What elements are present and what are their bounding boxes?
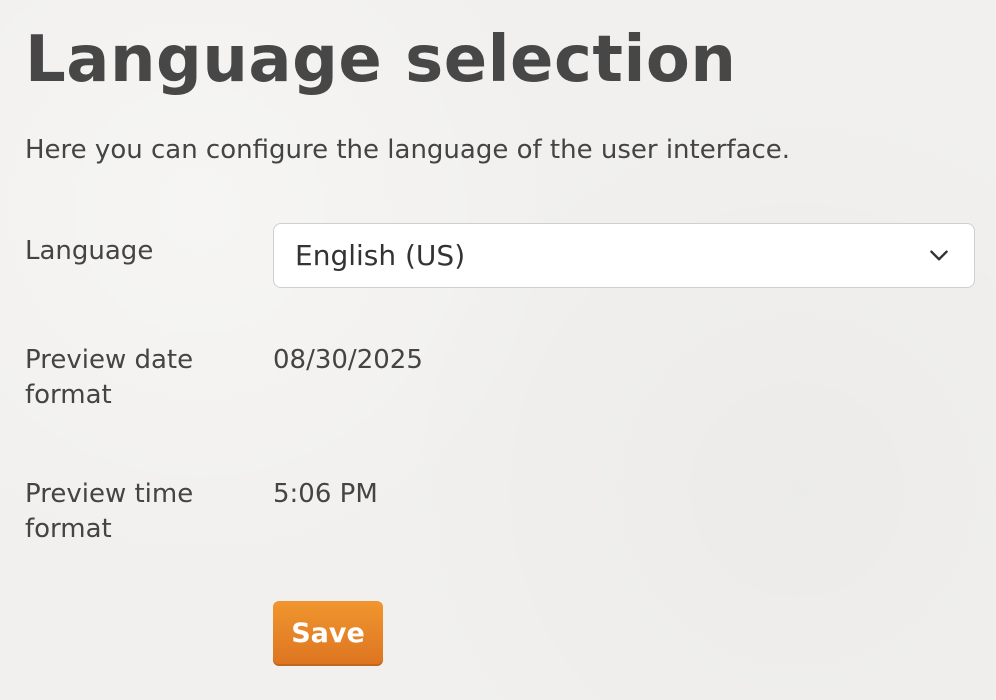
page-description: Here you can configure the language of t… (25, 135, 791, 165)
language-select[interactable]: English (US) (273, 223, 975, 288)
preview-date-label: Preview date format (25, 345, 194, 410)
preview-date-value: 08/30/2025 (273, 345, 423, 375)
language-label: Language (25, 236, 154, 266)
preview-time-label: Preview time format (25, 479, 194, 544)
language-select-value: English (US) (295, 239, 466, 272)
save-button[interactable]: Save (273, 601, 383, 666)
preview-time-value: 5:06 PM (273, 479, 378, 509)
chevron-down-icon (930, 250, 948, 261)
page-title: Language selection (25, 23, 737, 97)
language-selection-page: Language selection Here you can configur… (0, 0, 996, 700)
